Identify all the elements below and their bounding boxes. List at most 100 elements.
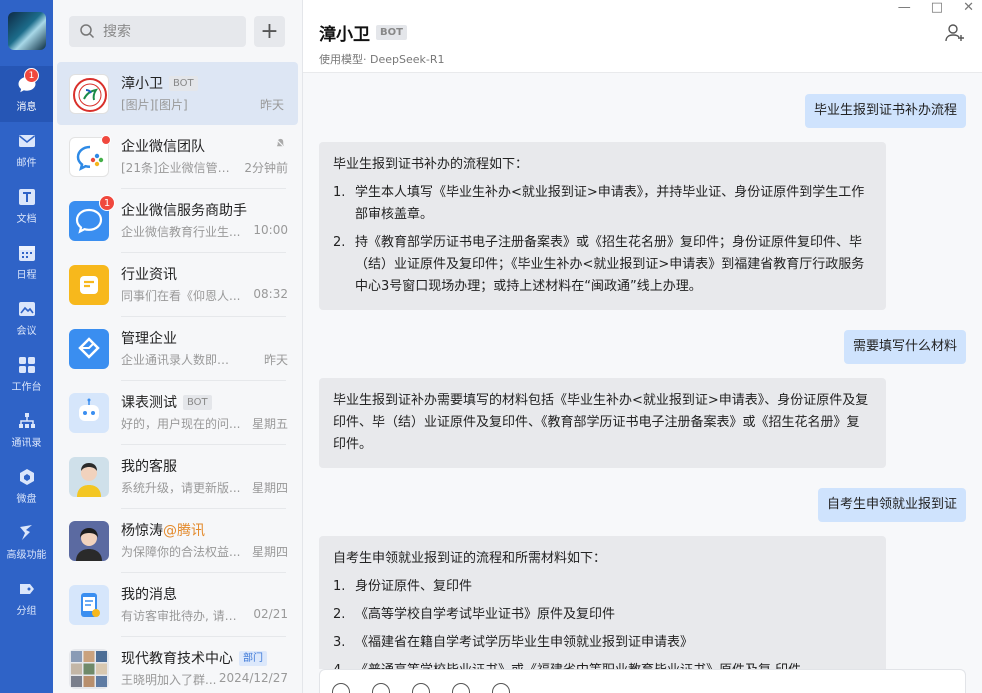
conversation-info: 我的消息 有访客审批待办, 请前... 02/21: [121, 584, 288, 625]
group-avatar-icon: [71, 650, 107, 687]
conversation-time: 星期四: [251, 545, 288, 559]
conversation-name: 我的消息: [121, 587, 177, 603]
mute-bell-icon: [275, 138, 286, 149]
conversation-item[interactable]: 企业微信团队 [21条]企业微信管理... 2分钟前: [53, 125, 302, 188]
list-item: 4.《普通高等学校毕业证书》或《福建省中等职业教育毕业证书》原件及复 印件: [333, 660, 872, 669]
avatar: [69, 584, 109, 625]
unread-dot: [101, 134, 111, 145]
list-number: 1.: [333, 579, 346, 594]
avatar: [69, 520, 109, 561]
conversation-time: 昨天: [259, 98, 284, 112]
message-bubble: 毕业生报到证补办需要填写的材料包括《毕业生补办<就业报到证>申请表》、身份证原件…: [319, 378, 886, 468]
message-outgoing: 需要填写什么材料: [319, 330, 966, 364]
nav-label: 会议: [16, 326, 37, 337]
person-photo-icon: [77, 462, 101, 497]
conversation-item[interactable]: 课表测试 BOT 好的，用户现在的问... 星期五: [53, 381, 302, 444]
conversation-name: 行业资讯: [121, 267, 177, 283]
mail-icon: [18, 135, 35, 147]
conversation-item[interactable]: 1 企业微信服务商助手 企业微信教育行业生... 10:00: [53, 189, 302, 252]
list-text: 《福建省在籍自学考试学历毕业生申领就业报到证申请表》: [355, 635, 694, 650]
nav-workbench[interactable]: 工作台: [0, 346, 53, 402]
message-list-items: 1. 学生本人填写《毕业生补办<就业报到证>申请表》，并持毕业证、身份证原件到学生…: [333, 182, 872, 298]
avatar: 1: [69, 194, 115, 241]
message-outgoing: 毕业生报到证书补办流程: [319, 94, 966, 128]
conversation-info: 现代教育技术中心 部门 王晓明加入了群... 2024/12/27: [121, 648, 288, 689]
message-composer[interactable]: [319, 669, 966, 693]
message-bubble: 需要填写什么材料: [843, 330, 966, 364]
conversation-time: 10:00: [253, 223, 288, 237]
chat-panel: — □ ✕ 漳小卫 BOT 使用模型· DeepSeek-R1 毕业生报到证书补…: [303, 0, 982, 693]
nav-messages[interactable]: 1 消息: [0, 66, 53, 122]
conversation-item[interactable]: 我的消息 有访客审批待办, 请前... 02/21: [53, 573, 302, 636]
conversation-item[interactable]: 漳小卫 BOT [图片][图片] 昨天: [57, 62, 298, 125]
cloud-drive-icon: [19, 469, 34, 485]
image-icon[interactable]: [412, 683, 430, 693]
conversation-item[interactable]: 行业资讯 同事们在看《仰恩人... 08:32: [53, 253, 302, 316]
emoji-icon[interactable]: [332, 683, 350, 693]
phone-message-icon: [81, 592, 100, 617]
list-number: 4.: [333, 660, 355, 669]
message-intro: 毕业生报到证书补办的流程如下：: [333, 157, 529, 172]
conversation-info: 行业资讯 同事们在看《仰恩人... 08:32: [121, 264, 288, 305]
message-bubble: 毕业生报到证书补办流程: [804, 94, 966, 128]
folder-icon[interactable]: [452, 683, 470, 693]
message-list-items: 1. 身份证原件、复印件 2. 《高等学校自学考试毕业证书》原件及复印件 3. 《福建…: [333, 576, 872, 669]
conversation-time: 昨天: [263, 353, 288, 367]
document-icon: [18, 189, 35, 205]
nav-label: 邮件: [16, 158, 37, 169]
manage-enterprise-icon: [78, 336, 100, 359]
minimize-icon[interactable]: —: [898, 0, 911, 15]
avatar[interactable]: [7, 12, 46, 50]
nav-drive[interactable]: 微盘: [0, 458, 53, 514]
message-bubble: 自考生申领就业报到证: [817, 488, 966, 522]
conversation-preview: 同事们在看《仰恩人...: [121, 289, 241, 303]
avatar: [69, 456, 109, 497]
nav-group[interactable]: 分组: [0, 570, 53, 626]
nav-calendar[interactable]: 日程: [0, 234, 53, 290]
conversation-list: 搜索 + 漳小卫 BOT [图片][图片] 昨天 企业微信团队 [21条]企业微信管…: [53, 0, 303, 693]
conversation-info: 我的客服 系统升级，请更新版... 星期四: [121, 456, 288, 497]
maximize-icon[interactable]: □: [931, 0, 943, 15]
nav-label: 文档: [16, 214, 37, 225]
avatar: [69, 264, 109, 305]
avatar: [69, 392, 109, 433]
search-input[interactable]: 搜索: [69, 15, 246, 47]
conversation-preview: 企业通讯录人数即将达...: [121, 353, 241, 367]
conversation-name: 课表测试: [121, 395, 177, 411]
nav-docs[interactable]: 文档: [0, 178, 53, 234]
nav-advanced[interactable]: 高级功能: [0, 514, 53, 570]
bot-tag: BOT: [183, 394, 212, 410]
scissors-icon[interactable]: [372, 683, 390, 693]
avatar: [69, 648, 109, 689]
conversation-info: 杨惊涛 @腾讯 为保障你的合法权益... 星期四: [121, 520, 288, 561]
conversation-item[interactable]: 杨惊涛 @腾讯 为保障你的合法权益... 星期四: [53, 509, 302, 572]
add-member-icon[interactable]: [944, 22, 966, 44]
list-number: 1.: [333, 185, 346, 200]
list-item: 1. 学生本人填写《毕业生补办<就业报到证>申请表》，并持毕业证、身份证原件到学生…: [333, 182, 872, 226]
nav-meeting[interactable]: 会议: [0, 290, 53, 346]
conversation-time: 2分钟前: [244, 161, 288, 175]
nav-label: 分组: [16, 606, 37, 617]
nav-mail[interactable]: 邮件: [0, 122, 53, 178]
message-bubble: 自考生申领就业报到证的流程和所需材料如下： 1. 身份证原件、复印件 2. 《高等学…: [319, 536, 886, 669]
conversation-preview: 为保障你的合法权益...: [121, 545, 241, 559]
conversation-preview: [图片][图片]: [121, 98, 188, 112]
close-icon[interactable]: ✕: [963, 0, 974, 15]
conversation-item[interactable]: 管理企业 企业通讯录人数即将达... 昨天: [53, 317, 302, 380]
more-icon[interactable]: [492, 683, 510, 693]
calendar-icon: [18, 246, 35, 261]
person-photo-icon: [76, 527, 102, 561]
list-item: 2. 持《教育部学历证书电子注册备案表》或《招生花名册》复印件；身份证原件复印件、…: [333, 232, 872, 298]
conversation-preview: 好的，用户现在的问...: [121, 417, 241, 431]
message-outgoing: 自考生申领就业报到证: [319, 488, 966, 522]
add-button[interactable]: +: [254, 15, 285, 47]
nav-contacts[interactable]: 通讯录: [0, 402, 53, 458]
search-placeholder: 搜索: [103, 24, 131, 40]
meeting-icon: [18, 302, 35, 316]
message-incoming: 毕业生报到证书补办的流程如下： 1. 学生本人填写《毕业生补办<就业报到证>申请表…: [319, 142, 966, 310]
conversation-item[interactable]: 现代教育技术中心 部门 王晓明加入了群... 2024/12/27: [53, 637, 302, 693]
nav-label: 微盘: [16, 494, 37, 505]
conversation-item[interactable]: 我的客服 系统升级，请更新版... 星期四: [53, 445, 302, 508]
conversation-name: 管理企业: [121, 331, 177, 347]
conversation-info: 企业微信服务商助手 企业微信教育行业生... 10:00: [121, 200, 288, 241]
